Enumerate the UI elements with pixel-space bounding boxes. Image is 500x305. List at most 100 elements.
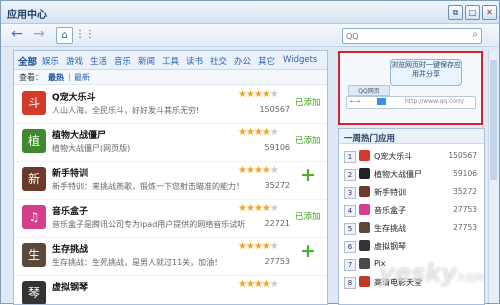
category-tab[interactable]: Widgets [283, 55, 317, 65]
hot-app-icon [359, 276, 370, 287]
app-icon[interactable]: 斗 [22, 91, 46, 115]
category-tab[interactable]: 读书 [186, 55, 203, 67]
app-list-panel: 全部 娱乐 游戏 生活 音乐 新闻 工具 读书 社交 办公 其它 Widgets 查看： 最热 | 最… [13, 50, 328, 305]
app-name[interactable]: 虚拟钢琴 [52, 280, 88, 293]
back-arrow-icon[interactable]: ← [9, 27, 25, 42]
app-name[interactable]: 音乐盒子 [52, 204, 88, 217]
hot-app-name[interactable]: 植物大战僵尸 [374, 169, 422, 180]
app-description: 音乐盒子是腾讯公司专为ipad用户提供的网络音乐试听 [52, 220, 246, 229]
app-rating-stars: ★★★★★ [238, 241, 279, 252]
promo-back-icon: ←→ [350, 98, 361, 105]
app-icon[interactable]: 生 [22, 243, 46, 267]
app-center-window: 应用中心 ⧉ □ ✕ ← → ⌂ ⋮⋮ ⌕ 全部娱乐游戏生活音乐新闻工具读书社交… [0, 0, 500, 305]
hot-app-row[interactable]: 1 Q宠大乐斗 150567 [339, 147, 484, 165]
hot-app-icon [359, 150, 370, 161]
app-rating-stars: ★★★★★ [238, 127, 279, 138]
app-row[interactable]: 斗 Q宠大乐斗 人山人海，全民乐斗，好好发斗其乐无穷! ★★★★★ 150567 已添加 [14, 85, 327, 124]
hot-app-row[interactable]: 2 植物大战僵尸 59106 [339, 165, 484, 183]
category-tab[interactable]: 娱乐 [42, 55, 59, 67]
app-user-count: 35272 [264, 181, 290, 190]
app-description: 新手特训：来挑战燕歌，锻炼一下您射击瞄准的能力！ [52, 182, 244, 191]
hot-app-rank: 7 [344, 259, 356, 271]
hot-app-rank: 5 [344, 223, 356, 235]
hot-app-icon [359, 258, 370, 269]
app-user-count: 22721 [264, 219, 290, 228]
hot-app-row[interactable]: 5 生存挑战 27753 [339, 219, 484, 237]
hot-app-rank: 3 [344, 187, 356, 199]
app-name[interactable]: 植物大战僵尸 [52, 128, 106, 141]
sort-hot-link[interactable]: 最热 [48, 72, 64, 83]
app-row[interactable]: 植植物大战僵尸 植物大战僵尸(网页版) ★★★★★ 59106 已添加 [14, 123, 327, 162]
app-added-status: 已添加 [295, 212, 321, 222]
forward-arrow-icon[interactable]: → [31, 27, 47, 42]
hot-app-name[interactable]: 新手特训 [374, 187, 406, 198]
hot-app-count: 27753 [453, 223, 477, 232]
view-label: 查看： [19, 73, 43, 82]
promo-banner[interactable]: 浏览网页时一键保存应用并分享 QQ网页 ←→ http://www.qq.com… [338, 51, 483, 125]
app-icon[interactable]: ♫ [22, 205, 46, 229]
app-name[interactable]: 生存挑战 [52, 242, 88, 255]
category-tab[interactable]: 新闻 [138, 55, 155, 67]
watermark: yesky天极网 [379, 259, 484, 287]
app-description: 生存挑战：生死挑战，是男人就过11关，加油！ [52, 258, 223, 267]
app-row[interactable]: 新新手特训新手特训：来挑战燕歌，锻炼一下您射击瞄准的能力！ ★★★★★ 35272 + [14, 161, 327, 200]
promo-tip: 浏览网页时一键保存应用并分享 [390, 59, 462, 86]
category-tab[interactable]: 社交 [210, 55, 227, 67]
search-input[interactable] [343, 29, 469, 43]
category-tab[interactable]: 全部 [18, 54, 37, 68]
category-tab[interactable]: 工具 [162, 55, 179, 67]
title-bar: 应用中心 ⧉ □ ✕ [1, 1, 499, 24]
hot-app-name[interactable]: Q宠大乐斗 [374, 151, 412, 162]
vertical-scrollbar[interactable] [488, 50, 498, 303]
hot-app-icon [359, 222, 370, 233]
hot-app-count: 150567 [448, 151, 477, 160]
restore-icon[interactable]: ⧉ [448, 5, 463, 20]
category-tab[interactable]: 生活 [90, 55, 107, 67]
hot-app-icon [359, 186, 370, 197]
hot-app-row[interactable]: 6 虚拟钢琴 [339, 237, 484, 255]
hot-app-icon [359, 168, 370, 179]
search-icon[interactable]: ⌕ [472, 29, 478, 40]
app-added-status: 已添加 [295, 98, 321, 108]
scrollbar-thumb[interactable] [490, 60, 497, 180]
app-rating-stars: ★★★★★ [238, 279, 279, 290]
app-row[interactable]: 生生存挑战生存挑战：生死挑战，是男人就过11关，加油！ ★★★★★ 27753 + [14, 237, 327, 276]
app-grid-icon[interactable]: ⋮⋮ [75, 27, 95, 42]
app-user-count: 27753 [264, 257, 290, 266]
app-row[interactable]: 琴虚拟钢琴 ★★★★★ [14, 275, 327, 304]
promo-address-bar: ←→ http://www.qq.com/ [346, 96, 476, 109]
hot-app-rank: 4 [344, 205, 356, 217]
app-icon[interactable]: 琴 [22, 281, 46, 304]
category-tab[interactable]: 游戏 [66, 55, 83, 67]
hot-app-rank: 6 [344, 241, 356, 253]
hot-app-row[interactable]: 3 新手特训 35272 [339, 183, 484, 201]
app-name[interactable]: Q宠大乐斗 [52, 90, 96, 103]
hot-app-rank: 2 [344, 169, 356, 181]
search-box: ⌕ [342, 28, 482, 44]
add-app-plus-icon[interactable]: + [300, 164, 316, 186]
hot-app-name[interactable]: 音乐盒子 [374, 205, 406, 216]
app-rating-stars: ★★★★★ [238, 165, 279, 176]
app-row[interactable]: ♫ 音乐盒子 音乐盒子是腾讯公司专为ipad用户提供的网络音乐试听 ★★★★★ 2272… [14, 199, 327, 238]
app-user-count: 59106 [264, 143, 290, 152]
maximize-icon[interactable]: □ [465, 5, 480, 20]
hot-app-name[interactable]: 生存挑战 [374, 223, 406, 234]
category-tab[interactable]: 办公 [234, 55, 251, 67]
promo-save-icon [377, 98, 386, 105]
add-app-plus-icon[interactable]: + [300, 240, 316, 262]
hot-app-rank: 8 [344, 277, 356, 289]
hot-app-icon [359, 240, 370, 251]
category-tab[interactable]: 其它 [258, 55, 275, 67]
sort-new-link[interactable]: 最新 [74, 72, 90, 83]
app-name[interactable]: 新手特训 [52, 166, 88, 179]
category-tab[interactable]: 音乐 [114, 55, 131, 67]
app-description: 人山人海，全民乐斗，好好发斗其乐无穷! [52, 106, 200, 115]
hot-app-name[interactable]: 虚拟钢琴 [374, 241, 406, 252]
app-icon[interactable]: 植 [22, 129, 46, 153]
home-icon[interactable]: ⌂ [56, 27, 73, 44]
hot-app-row[interactable]: 4 音乐盒子 27753 [339, 201, 484, 219]
app-icon[interactable]: 新 [22, 167, 46, 191]
close-icon[interactable]: ✕ [482, 5, 497, 20]
hot-app-count: 35272 [453, 187, 477, 196]
sort-separator: | [68, 72, 71, 81]
